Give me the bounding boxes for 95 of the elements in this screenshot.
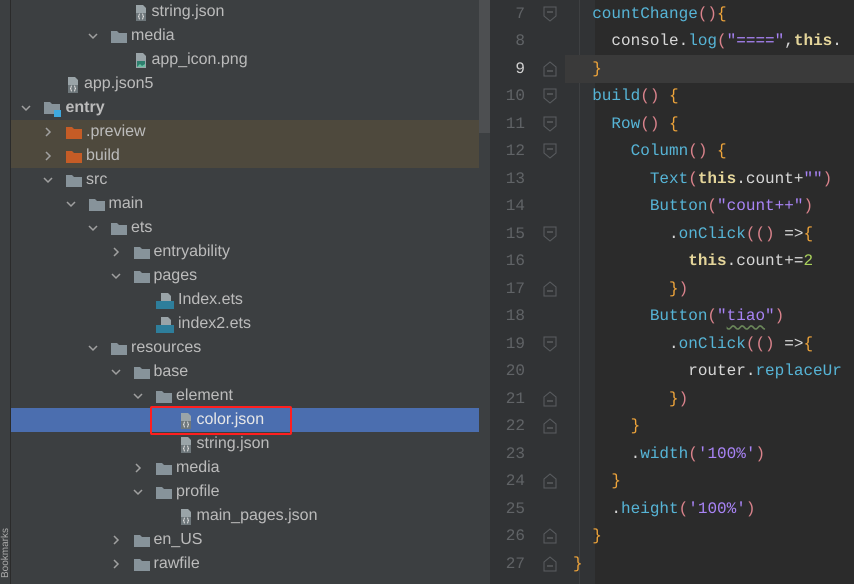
line-number: 9 [514,58,526,80]
chevron-down-icon[interactable] [43,175,53,185]
tree-item[interactable]: string.json [11,432,479,456]
folder-icon [110,28,128,44]
chevron-down-icon[interactable] [20,103,30,113]
chevron-right-icon[interactable] [43,127,53,137]
tree-item[interactable]: main [11,192,479,216]
tree-item[interactable]: entryability [11,240,479,264]
code-line: router.replaceUr [687,361,843,382]
tree-item[interactable]: pages [11,264,479,288]
fold-marker-icon[interactable] [543,280,557,297]
chevron-down-icon[interactable] [110,271,120,281]
code-line: }) [668,388,690,410]
tree-item[interactable]: en_US [11,528,479,552]
code-line: .onClick(() =>{ [668,224,814,245]
code-line: Text(this.count+"") [648,168,834,190]
folder-icon [132,556,150,572]
chevron-down-icon[interactable] [133,391,143,401]
fold-marker-icon[interactable] [543,6,557,22]
code-line: build() { [591,86,680,108]
tree-item[interactable]: base [11,360,479,384]
fold-marker-icon[interactable] [543,556,557,572]
folder-icon [65,124,83,140]
fold-marker-icon[interactable] [543,116,557,132]
chevron-right-icon[interactable] [43,151,53,161]
code-line: .onClick(() =>{ [668,334,814,355]
chevron-right-icon[interactable] [110,535,120,545]
folder-icon [155,388,173,404]
chevron-down-icon[interactable] [88,31,98,41]
fold-marker-icon[interactable] [543,390,557,407]
tree-item[interactable]: color.json [11,408,479,432]
code-line: } [591,526,603,548]
scrollbar-thumb[interactable] [479,0,490,133]
tree-item[interactable]: resources [11,336,479,360]
folder-icon [132,364,150,380]
tree-item[interactable]: ets [11,216,479,240]
tree-item[interactable]: build [11,144,479,168]
chevron-right-icon[interactable] [110,247,120,257]
chevron-right-icon[interactable] [133,463,143,473]
folder-icon [65,172,83,188]
tree-item[interactable]: entry [11,96,479,120]
fold-marker-icon[interactable] [543,60,557,77]
folder-icon [110,340,128,356]
tree-item[interactable]: Index.ets [11,288,479,312]
tree-item[interactable]: media [11,24,479,48]
code-line: } [610,471,622,492]
tree-item[interactable]: index2.ets [11,312,479,336]
code-line: } [572,554,584,575]
folder-icon [110,220,128,236]
folder-icon [155,460,173,476]
fold-marker-icon[interactable] [543,336,557,352]
tree-item[interactable]: media [11,456,479,480]
chevron-down-icon[interactable] [110,367,120,377]
tree-item[interactable]: src [11,168,479,192]
code-line: countChange(){ [591,4,728,25]
tree-item[interactable]: app.json5 [11,72,479,96]
folder-icon [132,244,150,260]
module-folder-icon [42,100,62,116]
tree-item[interactable]: profile [11,480,479,504]
chevron-down-icon[interactable] [66,199,76,209]
fold-marker-icon[interactable] [543,143,557,160]
code-line: Button("count++") [648,196,814,218]
fold-marker-icon[interactable] [543,226,557,242]
tree-item[interactable]: .preview [11,120,479,144]
json-file-icon [65,76,81,92]
chevron-down-icon[interactable] [88,223,98,233]
code-line: console.log("====",this. [610,31,843,52]
chevron-down-icon[interactable] [133,487,143,497]
chevron-right-icon[interactable] [110,559,120,569]
fold-marker-icon[interactable] [543,473,557,490]
code-line: .height('100%') [610,498,756,520]
tree-item[interactable]: main_pages.json [11,504,479,528]
tree-item[interactable]: app_icon.png [11,48,479,72]
tree-item[interactable]: string.json [11,0,479,24]
code-line: } [630,416,642,438]
code-line: }) [668,278,690,300]
fold-marker-icon[interactable] [543,88,557,104]
folder-icon [65,148,83,164]
folder-icon [88,196,106,212]
code-line: .width('100%') [630,444,766,465]
ets-file-icon [155,316,175,332]
bookmarks-tab[interactable]: Bookmarks [0,528,11,578]
folder-icon [132,268,150,284]
fold-marker-icon[interactable] [543,418,557,434]
code-line: Row() { [610,114,680,135]
chevron-down-icon[interactable] [88,343,98,353]
code-line: Button("tiao") [648,306,786,328]
ets-file-icon [155,292,175,308]
tree-item[interactable]: rawfile [11,552,479,576]
fold-marker-icon[interactable] [543,528,557,544]
code-line: Column() { [630,141,728,162]
folder-icon [155,484,173,500]
folder-icon [132,532,150,548]
tree-item[interactable]: element [11,384,479,408]
code-line: this.count+=2 [687,251,814,272]
